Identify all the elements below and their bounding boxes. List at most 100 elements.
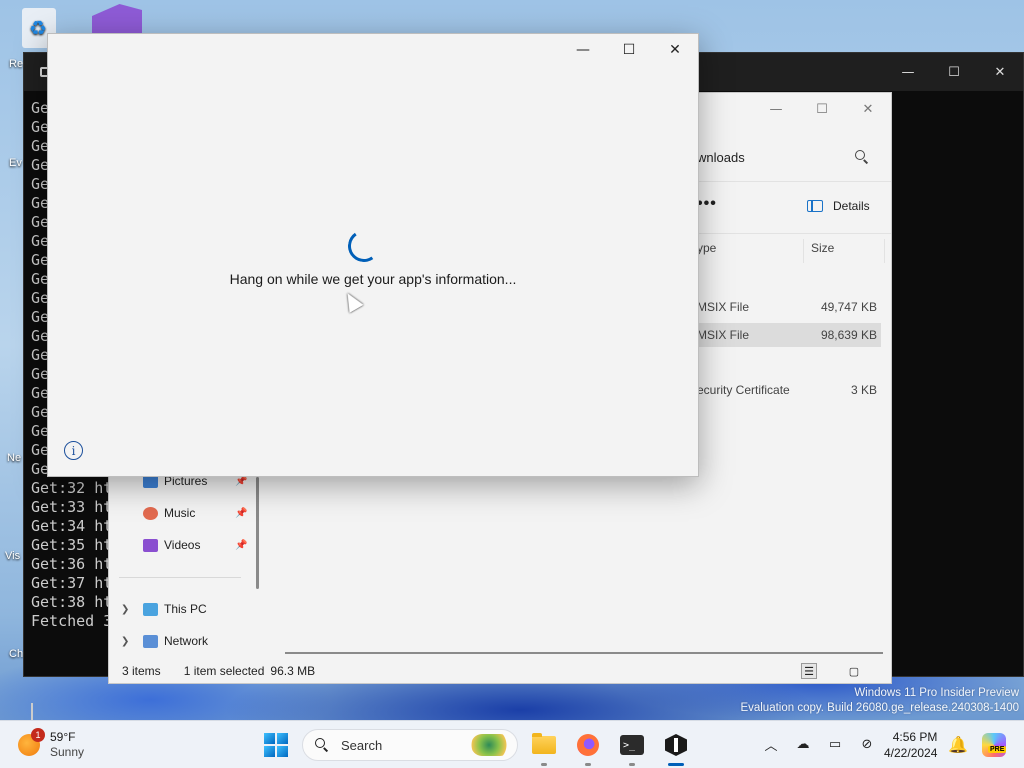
loading-message: Hang on while we get your app's informat… xyxy=(229,271,517,287)
weather-widget[interactable]: 1 59°F Sunny xyxy=(18,728,85,760)
column-header-size[interactable]: Size xyxy=(811,241,834,255)
nav-item-label: Music xyxy=(164,506,196,520)
maximize-button[interactable]: ☐ xyxy=(799,93,845,125)
desktop-label-vis: Vis xyxy=(5,550,21,562)
pin-icon[interactable]: 📌 xyxy=(235,508,247,519)
desktop-label-ch: Ch xyxy=(9,648,24,660)
minimize-button[interactable]: — xyxy=(885,53,931,91)
minimize-button[interactable]: — xyxy=(560,34,606,66)
terminal-line: Get:35 ht xyxy=(31,536,113,554)
search-placeholder: Search xyxy=(341,737,383,753)
item-count: 3 items xyxy=(122,664,161,678)
running-indicator xyxy=(585,763,591,766)
tiles-view-icon[interactable]: ▢ xyxy=(846,663,862,679)
terminal-line: Get:37 ht xyxy=(31,574,113,592)
chevron-right-icon[interactable]: ❯ xyxy=(121,636,129,647)
watermark-line: Windows 11 Pro Insider Preview xyxy=(854,687,1019,699)
details-label: Details xyxy=(833,199,870,213)
watermark: Windows 11 Pro Insider Preview Evaluatio… xyxy=(740,686,1019,716)
pin-icon[interactable]: 📌 xyxy=(235,540,247,551)
file-row[interactable]: MSIX File 98,639 KB xyxy=(697,323,881,347)
terminal-line: Get:33 ht xyxy=(31,498,113,516)
file-explorer-taskbar-button[interactable] xyxy=(528,729,560,761)
system-tray: ︿ ☁ ▭ ⊘ xyxy=(762,735,876,754)
nav-item-videos[interactable]: Videos xyxy=(143,538,200,552)
search-field[interactable]: wnloads xyxy=(669,141,881,173)
file-type: MSIX File xyxy=(697,328,750,342)
clock-date: 4/22/2024 xyxy=(884,746,938,760)
file-type: MSIX File xyxy=(697,300,750,314)
recycle-bin-label: Re xyxy=(9,58,24,70)
nav-item-music[interactable]: Music xyxy=(143,506,195,520)
taskbar-search[interactable]: Search xyxy=(302,729,518,761)
folder-icon xyxy=(532,733,556,754)
pin-icon[interactable]: 📌 xyxy=(235,476,247,487)
search-highlight-icon xyxy=(471,734,511,756)
column-header-type[interactable]: ype xyxy=(697,241,716,255)
taskbar: 1 59°F Sunny Search >_ ︿ ☁ ▭ ⊘ 4:56 PM 4… xyxy=(0,720,1024,768)
nav-item-network[interactable]: Network xyxy=(143,634,208,648)
network-icon xyxy=(143,634,158,648)
maximize-button[interactable]: ☐ xyxy=(931,53,977,91)
terminal-line: Get:32 ht xyxy=(31,479,113,497)
clock-time: 4:56 PM xyxy=(892,730,938,744)
nav-item-this-pc[interactable]: This PC xyxy=(143,602,207,616)
file-size: 49,747 KB xyxy=(820,300,877,314)
details-pane-button[interactable]: Details xyxy=(807,199,870,213)
column-separator[interactable] xyxy=(884,239,885,263)
info-icon[interactable]: i xyxy=(64,441,83,460)
file-row[interactable]: MSIX File 49,747 KB xyxy=(697,295,881,319)
status-bar: 3 items 1 item selected 96.3 MB ☰ ▢ xyxy=(109,659,891,683)
nav-divider xyxy=(119,577,241,578)
start-button[interactable] xyxy=(264,733,288,757)
close-button[interactable]: ✕ xyxy=(652,34,698,66)
close-button[interactable]: ✕ xyxy=(845,93,891,125)
maximize-button[interactable]: ☐ xyxy=(606,34,652,66)
loading-spinner-icon xyxy=(345,227,383,265)
search-icon[interactable] xyxy=(855,150,869,164)
chevron-right-icon[interactable]: ❯ xyxy=(121,604,129,615)
file-size: 98,639 KB xyxy=(820,328,877,342)
weather-condition: Sunny xyxy=(50,745,85,759)
minimize-button[interactable]: — xyxy=(753,93,799,125)
clock[interactable]: 4:56 PM 4/22/2024 xyxy=(884,729,937,761)
notification-badge: 1 xyxy=(31,728,45,742)
terminal-taskbar-button[interactable]: >_ xyxy=(616,729,648,761)
app-installer-taskbar-button[interactable] xyxy=(660,729,692,761)
copilot-icon[interactable] xyxy=(982,733,1006,757)
column-separator[interactable] xyxy=(803,239,804,263)
nav-scrollbar[interactable] xyxy=(256,477,259,589)
sun-icon: 1 xyxy=(18,728,45,756)
file-row[interactable]: ecurity Certificate 3 KB xyxy=(697,378,881,402)
terminal-line: Get:38 ht xyxy=(31,593,113,611)
file-size: 3 KB xyxy=(850,383,877,397)
selection-count: 1 item selected xyxy=(183,664,265,678)
visual-studio-icon[interactable] xyxy=(92,4,142,34)
horizontal-scrollbar[interactable] xyxy=(285,652,883,654)
desktop-label-ne: Ne xyxy=(7,452,22,464)
app-installer-dialog[interactable]: — ☐ ✕ Hang on while we get your app's in… xyxy=(47,33,699,477)
running-indicator xyxy=(629,763,635,766)
network-icon[interactable]: ⊘ xyxy=(858,737,876,752)
close-button[interactable]: ✕ xyxy=(977,53,1023,91)
terminal-line: Get:34 ht xyxy=(31,517,113,535)
windows-logo-icon xyxy=(264,733,275,744)
firefox-taskbar-button[interactable] xyxy=(572,729,604,761)
package-icon xyxy=(665,734,687,756)
display-icon[interactable]: ▭ xyxy=(826,737,844,752)
terminal-icon: >_ xyxy=(620,735,644,755)
videos-icon xyxy=(143,538,158,552)
firefox-icon xyxy=(577,734,599,756)
search-icon xyxy=(315,738,329,752)
nav-item-label: This PC xyxy=(164,602,207,616)
active-indicator xyxy=(668,763,684,766)
onedrive-icon[interactable]: ☁ xyxy=(794,737,812,752)
details-view-icon[interactable]: ☰ xyxy=(801,663,817,679)
watermark-line: Evaluation copy. Build 26080.ge_release.… xyxy=(740,702,1019,714)
more-options-button[interactable]: ••• xyxy=(697,195,717,213)
nav-item-label: Videos xyxy=(164,538,201,552)
file-type: ecurity Certificate xyxy=(697,383,790,397)
nav-item-label: Network xyxy=(164,634,209,648)
chevron-up-icon[interactable]: ︿ xyxy=(762,735,780,754)
notification-bell-icon[interactable]: 🔔 xyxy=(948,735,968,754)
